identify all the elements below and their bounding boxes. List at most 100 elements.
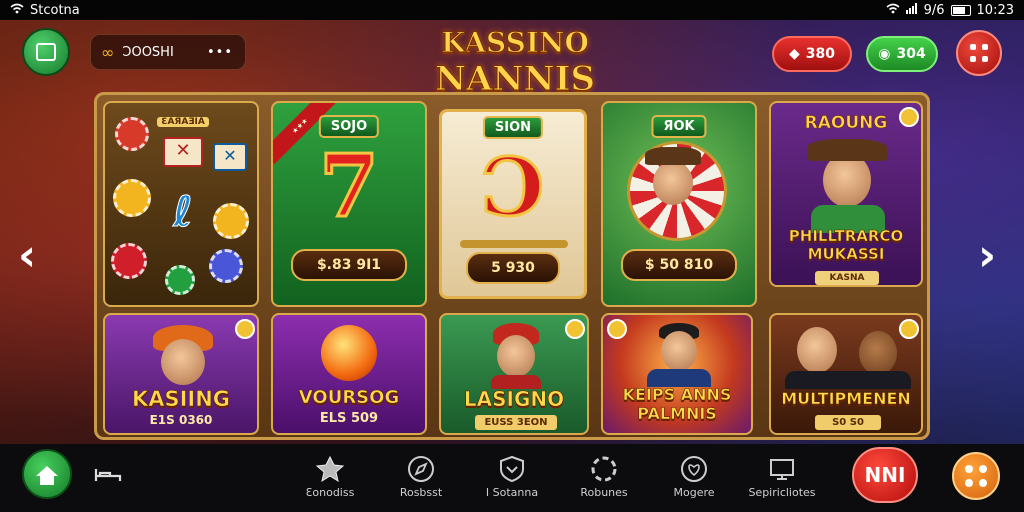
game-tile-cowboy[interactable]: RAOUNG PHILLTRARCO MUKASSI KASNA <box>769 101 923 287</box>
home-icon <box>36 466 58 485</box>
back-button[interactable] <box>22 28 70 76</box>
cash-pill[interactable]: ◉ 304 <box>866 36 938 72</box>
nav-item-5[interactable]: Sepiricliotes <box>742 454 822 499</box>
cowboy-hat <box>807 139 887 161</box>
chip-icon <box>111 243 147 279</box>
gems-value: 380 <box>805 46 835 62</box>
nav-label: Robunes <box>580 486 628 499</box>
cards-icon: ✕ <box>163 137 203 167</box>
cash-value: 304 <box>896 46 926 62</box>
cash-icon: ◉ <box>878 46 891 62</box>
hero-face <box>161 339 205 385</box>
slot-c-symbol: Ɔ <box>480 140 547 234</box>
window-icon <box>36 43 56 61</box>
chip-icon <box>165 265 195 295</box>
game-tile-lasigno[interactable]: LASIGNO EUSS 3EON <box>439 313 589 435</box>
game-tile-chips[interactable]: ✕ ✕ ƐAЯAƎIA ℓ <box>103 101 259 307</box>
sign-label: ƐAЯAƎIA <box>157 117 209 127</box>
logo-line-1: KASSINO <box>441 26 590 60</box>
apps-button[interactable] <box>952 452 1000 500</box>
refresh-icon <box>564 454 644 484</box>
game-tag: ЯOK <box>651 115 707 138</box>
signal-icon <box>905 2 918 18</box>
nav-item-2[interactable]: I Sotanna <box>472 454 552 499</box>
gem-icon: ◆ <box>788 46 800 62</box>
game-board: ✕ ✕ ƐAЯAƎIA ℓ ★★★ SOJO 7 $.83 9I1 SION Ɔ… <box>94 92 930 440</box>
chevron-right-icon[interactable]: › <box>978 234 996 278</box>
cards-icon: ✕ <box>213 143 247 171</box>
game-subtitle: KASNA <box>815 271 879 285</box>
chip-icon <box>209 249 243 283</box>
game-title: PHILLTRARCO MUKASSI <box>788 227 904 264</box>
grid-icon <box>970 44 988 62</box>
gems-pill[interactable]: ◆ 380 <box>772 36 852 72</box>
carrier-name: Stcotna <box>30 2 80 18</box>
heart-icon <box>654 454 734 484</box>
favorite-icon[interactable] <box>899 319 919 339</box>
game-title: VOURSOG <box>298 387 400 409</box>
nav-item-0[interactable]: Ɛonodiss <box>290 454 370 499</box>
game-subtitle: ELS 509 <box>319 411 379 426</box>
man-face-left <box>797 327 837 373</box>
slot-bar <box>460 240 568 248</box>
dots-grid-icon <box>965 465 987 487</box>
battery-icon <box>950 4 971 16</box>
nav-label: Sepiricliotes <box>748 486 816 499</box>
wifi-status-icon <box>886 3 900 18</box>
favorite-icon[interactable] <box>607 319 627 339</box>
lucky-seven-symbol: 7 <box>318 136 381 237</box>
game-title: KEIPS ANNS PALMNIS <box>622 385 732 424</box>
game-title: MULTIPMENEN <box>781 389 911 409</box>
nav-item-4[interactable]: Mogere <box>654 454 734 499</box>
compass-icon <box>381 454 461 484</box>
more-icon[interactable]: ••• <box>207 45 233 60</box>
balance-pill[interactable]: ∞ ƆOOSHI ••• <box>90 34 246 70</box>
game-tile-multipmenen[interactable]: MULTIPMENEN S0 S0 <box>769 313 923 435</box>
hero-face <box>497 335 535 377</box>
bed-icon[interactable] <box>94 464 122 489</box>
favorite-icon[interactable] <box>565 319 585 339</box>
status-bar: Stcotna 9/6 10:23 <box>0 0 1024 20</box>
game-tile-kasiing[interactable]: KASIING E1S 0360 <box>103 313 259 435</box>
fire-orb <box>321 325 377 381</box>
game-subtitle: S0 S0 <box>815 415 881 430</box>
game-title: KASIING <box>131 387 231 412</box>
nav-label: I Sotanna <box>485 486 539 499</box>
balance-value: ƆOOSHI <box>122 44 174 60</box>
hero-face <box>661 331 697 371</box>
game-tile-wheel[interactable]: ЯOK $ 50 810 <box>601 101 757 307</box>
favorite-icon[interactable] <box>235 319 255 339</box>
game-subtitle: EUSS 3EON <box>475 415 557 430</box>
nav-label: Rosbsst <box>399 486 443 499</box>
nav-item-1[interactable]: Rosbsst <box>381 454 461 499</box>
clock: 10:23 <box>976 2 1014 18</box>
game-price: $.83 9I1 <box>291 249 407 281</box>
cowboy-face <box>653 161 693 205</box>
chevron-left-icon[interactable]: ‹ <box>18 234 36 278</box>
cowboy-face <box>823 153 871 207</box>
game-tile-seven[interactable]: ★★★ SOJO 7 $.83 9I1 <box>271 101 427 307</box>
nav-item-3[interactable]: Robunes <box>564 454 644 499</box>
game-tile-keips[interactable]: KEIPS ANNS PALMNIS <box>601 313 753 435</box>
home-button[interactable] <box>22 449 72 499</box>
monitor-icon <box>742 454 822 484</box>
nav-label: Ɛonodiss <box>305 486 355 499</box>
cowboy-hat <box>645 147 701 165</box>
menu-button[interactable] <box>956 30 1002 76</box>
chip-icon <box>115 117 149 151</box>
game-tile-voursog[interactable]: VOURSOG ELS 509 <box>271 313 427 435</box>
game-price: $ 50 810 <box>621 249 737 281</box>
coin-icon: ∞ <box>101 42 115 62</box>
game-tag: SOJO <box>318 115 380 138</box>
game-title: LASIGNO <box>463 387 565 412</box>
game-tile-slot-c[interactable]: SION Ɔ 5 930 <box>439 109 587 299</box>
star-icon <box>290 454 370 484</box>
nav-label: Mogere <box>673 486 715 499</box>
men-suits <box>785 371 911 389</box>
tile-banner: RAOUNG <box>804 113 888 134</box>
man-face-right <box>859 331 897 375</box>
wifi-icon <box>10 3 24 17</box>
action-button[interactable]: NNI <box>852 447 918 503</box>
chip-icon <box>213 203 249 239</box>
game-price: 5 930 <box>466 252 560 284</box>
